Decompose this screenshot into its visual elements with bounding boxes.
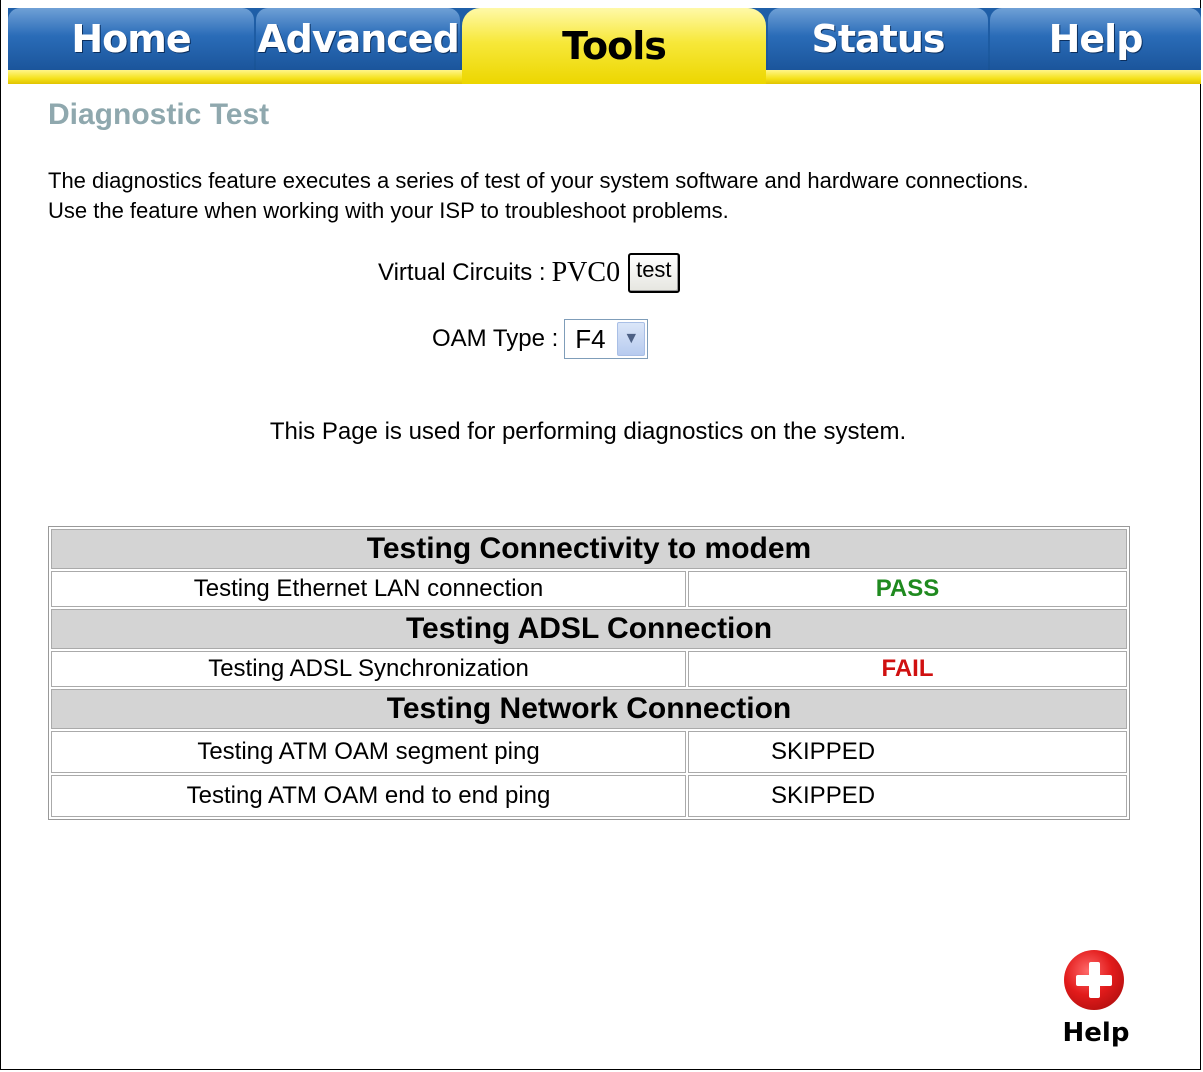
tab-tools[interactable]: Tools <box>462 8 766 84</box>
oam-type-row: OAM Type : F4 ▼ <box>432 318 649 360</box>
virtual-circuits-row: Virtual Circuits : PVC0 test <box>378 252 680 294</box>
table-row: Testing ATM OAM segment ping SKIPPED <box>51 731 1127 773</box>
tab-home[interactable]: Home <box>8 8 254 70</box>
test-name: Testing ATM OAM segment ping <box>51 731 686 773</box>
tab-status[interactable]: Status <box>768 8 988 70</box>
section-row: Testing Network Connection <box>51 689 1127 729</box>
tab-help[interactable]: Help <box>990 8 1201 70</box>
section-title: Testing Connectivity to modem <box>51 529 1127 569</box>
oam-type-value: F4 <box>575 323 606 354</box>
test-result-pass: PASS <box>688 571 1127 607</box>
test-name: Testing ATM OAM end to end ping <box>51 775 686 817</box>
section-row: Testing Connectivity to modem <box>51 529 1127 569</box>
virtual-circuits-label: Virtual Circuits : <box>378 259 546 286</box>
page-note: This Page is used for performing diagnos… <box>269 418 907 445</box>
section-title: Testing Network Connection <box>51 689 1127 729</box>
table-row: Testing ADSL Synchronization FAIL <box>51 651 1127 687</box>
test-result-skipped: SKIPPED <box>688 731 1127 773</box>
test-button[interactable]: test <box>628 253 680 293</box>
test-result-fail: FAIL <box>688 651 1127 687</box>
oam-type-label: OAM Type : <box>432 325 559 352</box>
section-row: Testing ADSL Connection <box>51 609 1127 649</box>
section-title: Testing ADSL Connection <box>51 609 1127 649</box>
table-row: Testing ATM OAM end to end ping SKIPPED <box>51 775 1127 817</box>
test-name: Testing ADSL Synchronization <box>51 651 686 687</box>
tab-advanced[interactable]: Advanced <box>256 8 460 70</box>
help-icon[interactable] <box>1064 950 1124 1010</box>
plus-icon-horizontal <box>1076 975 1112 986</box>
test-result-skipped: SKIPPED <box>688 775 1127 817</box>
intro-text: The diagnostics feature executes a serie… <box>48 168 1029 223</box>
table-row: Testing Ethernet LAN connection PASS <box>51 571 1127 607</box>
diagnostic-results-table: Testing Connectivity to modem Testing Et… <box>48 526 1130 820</box>
test-name: Testing Ethernet LAN connection <box>51 571 686 607</box>
virtual-circuits-value: PVC0 <box>551 257 621 288</box>
page-title: Diagnostic Test <box>48 98 270 131</box>
help-button-label[interactable]: Help <box>1060 1018 1132 1048</box>
oam-type-select[interactable]: F4 ▼ <box>564 319 649 359</box>
chevron-down-icon[interactable]: ▼ <box>617 322 646 356</box>
